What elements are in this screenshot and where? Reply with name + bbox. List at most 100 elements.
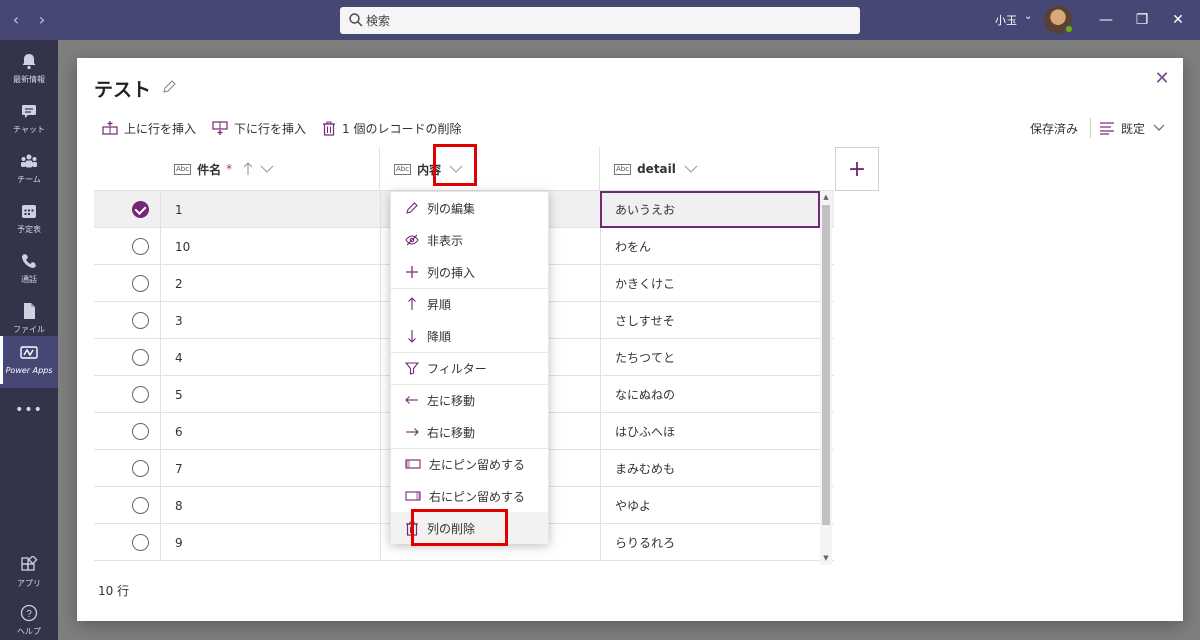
column-header-content[interactable]: Abc 内容 xyxy=(394,147,594,191)
phone-icon xyxy=(22,254,36,268)
apps-icon xyxy=(21,556,38,571)
minimize-button[interactable]: — xyxy=(1096,10,1116,30)
more-apps-button[interactable]: ••• xyxy=(0,396,58,426)
insert-row-below-button[interactable]: 下に行を挿入 xyxy=(212,118,306,138)
detail-cell[interactable]: らりるれろ xyxy=(600,524,820,561)
list-view-icon xyxy=(1100,122,1114,135)
detail-cell[interactable]: やゆよ xyxy=(600,487,820,524)
menu-item-pin-left[interactable]: 左にピン留めする xyxy=(391,448,548,480)
forward-button[interactable]: › xyxy=(34,10,50,30)
menu-item-hide[interactable]: 非表示 xyxy=(391,224,548,256)
search-box[interactable]: 検索 xyxy=(340,7,860,34)
detail-cell[interactable]: かきくけこ xyxy=(600,265,820,302)
menu-item-filter[interactable]: フィルター xyxy=(391,352,548,384)
detail-cell[interactable]: さしすせそ xyxy=(600,302,820,339)
rail-item-files[interactable]: ファイル xyxy=(0,294,58,342)
search-placeholder: 検索 xyxy=(366,14,391,28)
rail-item-teams[interactable]: チーム xyxy=(0,144,58,192)
subject-cell[interactable]: 3 xyxy=(160,302,380,339)
chevron-down-icon[interactable] xyxy=(684,165,698,173)
row-select-checkbox[interactable] xyxy=(132,275,149,292)
pencil-icon xyxy=(406,202,418,214)
column-header-subject[interactable]: Abc 件名 * xyxy=(174,147,378,191)
back-button[interactable]: ‹ xyxy=(8,10,24,30)
help-icon: ? xyxy=(20,604,38,622)
row-select-checkbox[interactable] xyxy=(132,201,149,218)
rail-label: 予定表 xyxy=(17,225,41,234)
rail-item-power-apps[interactable]: Power Apps xyxy=(0,336,58,388)
rail-item-calls[interactable]: 通話 xyxy=(0,244,58,292)
row-select-checkbox[interactable] xyxy=(132,534,149,551)
subject-cell[interactable]: 9 xyxy=(160,524,380,561)
subject-cell[interactable]: 2 xyxy=(160,265,380,302)
column-name: 件名 xyxy=(197,162,222,177)
delete-records-button[interactable]: 1 個のレコードの削除 xyxy=(322,118,461,138)
detail-cell[interactable]: たちつてと xyxy=(600,339,820,376)
scroll-down-arrow[interactable]: ▼ xyxy=(822,553,830,563)
menu-item-pin-right[interactable]: 右にピン留めする xyxy=(391,480,548,512)
powerapps-icon xyxy=(20,346,38,359)
menu-item-insert-column[interactable]: 列の挿入 xyxy=(391,256,548,288)
subject-cell[interactable]: 4 xyxy=(160,339,380,376)
chevron-down-icon[interactable] xyxy=(260,165,274,173)
rail-item-activity[interactable]: 最新情報 xyxy=(0,44,58,92)
view-label: 既定 xyxy=(1121,121,1146,136)
text-type-icon: Abc xyxy=(174,163,192,175)
subject-cell[interactable]: 5 xyxy=(160,376,380,413)
rail-item-calendar[interactable]: 予定表 xyxy=(0,194,58,242)
chevron-down-icon xyxy=(1153,124,1165,131)
detail-cell[interactable]: まみむめも xyxy=(600,450,820,487)
sort-ascending-icon xyxy=(243,162,253,175)
menu-item-label: 右に移動 xyxy=(427,425,476,440)
row-select-checkbox[interactable] xyxy=(132,312,149,329)
column-separator[interactable] xyxy=(379,147,380,191)
user-name[interactable]: 小玉 xyxy=(995,12,1017,28)
row-select-checkbox[interactable] xyxy=(132,238,149,255)
highlight-delete-column xyxy=(411,509,508,546)
menu-item-move-right[interactable]: 右に移動 xyxy=(391,416,548,448)
subject-cell[interactable]: 6 xyxy=(160,413,380,450)
insert-row-above-button[interactable]: 上に行を挿入 xyxy=(102,118,196,138)
title-bar: ‹ › 検索 小玉 ⌄ — ❐ ✕ xyxy=(0,0,1200,40)
row-select-checkbox[interactable] xyxy=(132,497,149,514)
detail-cell[interactable]: なにぬねの xyxy=(600,376,820,413)
chevron-down-icon[interactable]: ⌄ xyxy=(1024,11,1032,22)
subject-cell[interactable]: 8 xyxy=(160,487,380,524)
rail-item-chat[interactable]: チャット xyxy=(0,94,58,142)
scroll-thumb[interactable] xyxy=(822,205,830,525)
subject-cell[interactable]: 1 xyxy=(160,191,380,228)
detail-cell[interactable]: はひふへほ xyxy=(600,413,820,450)
grid-scrollbar[interactable]: ▲ ▼ xyxy=(820,191,832,565)
column-separator[interactable] xyxy=(599,147,600,191)
dialog-close-button[interactable]: ✕ xyxy=(1153,70,1171,88)
row-select-checkbox[interactable] xyxy=(132,386,149,403)
row-select-checkbox[interactable] xyxy=(132,460,149,477)
rail-item-apps[interactable]: アプリ xyxy=(0,548,58,596)
column-header-detail[interactable]: Abc detail xyxy=(614,147,814,191)
row-select-checkbox[interactable] xyxy=(132,423,149,440)
delete-records-label: 1 個のレコードの削除 xyxy=(342,121,462,136)
subject-cell[interactable]: 10 xyxy=(160,228,380,265)
menu-item-edit-column[interactable]: 列の編集 xyxy=(391,192,548,224)
arrow-down-icon xyxy=(408,330,416,343)
subject-cell[interactable]: 7 xyxy=(160,450,380,487)
text-type-icon: Abc xyxy=(614,163,632,175)
row-select-checkbox[interactable] xyxy=(132,349,149,366)
add-column-button[interactable]: + xyxy=(835,147,879,191)
view-selector[interactable]: 既定 xyxy=(1099,118,1165,138)
arrow-left-icon xyxy=(405,396,418,404)
menu-item-label: 左にピン留めする xyxy=(429,457,526,472)
menu-item-move-left[interactable]: 左に移動 xyxy=(391,384,548,416)
maximize-button[interactable]: ❐ xyxy=(1132,10,1152,30)
scroll-up-arrow[interactable]: ▲ xyxy=(822,192,830,202)
insert-row-above-label: 上に行を挿入 xyxy=(124,121,197,136)
menu-item-sort-descending[interactable]: 降順 xyxy=(391,320,548,352)
detail-cell[interactable]: あいうえお xyxy=(600,191,820,228)
rail-label: チャット xyxy=(13,125,45,134)
rail-item-help[interactable]: ? ヘルプ xyxy=(0,596,58,640)
detail-cell[interactable]: わをん xyxy=(600,228,820,265)
menu-item-sort-ascending[interactable]: 昇順 xyxy=(391,288,548,320)
pencil-icon[interactable] xyxy=(161,79,177,95)
pin-right-icon xyxy=(405,491,421,501)
window-close-button[interactable]: ✕ xyxy=(1168,10,1188,30)
